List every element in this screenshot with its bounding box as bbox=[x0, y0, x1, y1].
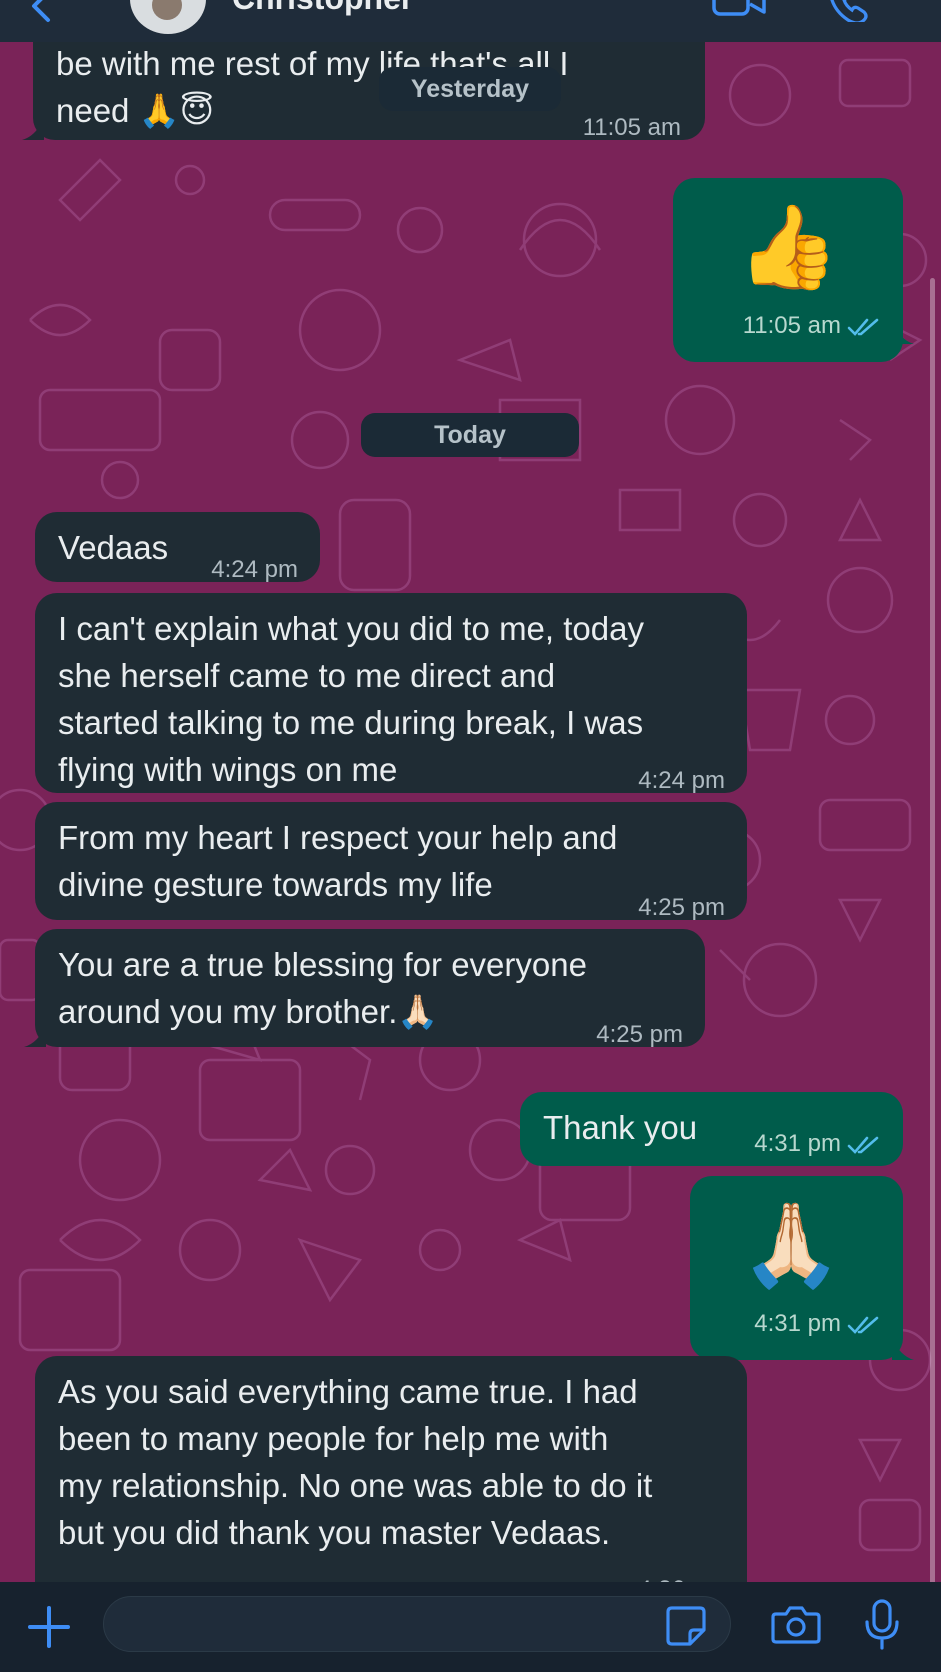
incoming-message[interactable]: be with me rest of my life that's all I … bbox=[33, 42, 705, 141]
voice-call-icon[interactable] bbox=[828, 0, 872, 22]
outgoing-message[interactable]: Thank you 4:31 pm bbox=[520, 1092, 903, 1166]
outgoing-message[interactable]: 👍 11:05 am bbox=[673, 178, 903, 362]
back-arrow-icon[interactable] bbox=[22, 0, 62, 28]
message-text: You are a true blessing for everyone aro… bbox=[58, 946, 587, 1030]
message-input[interactable] bbox=[103, 1596, 731, 1652]
message-emoji: 🙏🏻 bbox=[740, 1200, 843, 1291]
bubble-tail bbox=[892, 1338, 914, 1360]
message-time: 4:31 pm bbox=[754, 1120, 881, 1167]
microphone-icon[interactable] bbox=[862, 1598, 902, 1652]
message-time: 4:25 pm bbox=[596, 1021, 683, 1048]
message-time: 4:24 pm bbox=[638, 767, 725, 794]
incoming-message[interactable]: As you said everything came true. I had … bbox=[35, 1356, 747, 1582]
message-time: 4:31 pm bbox=[754, 1300, 881, 1347]
video-call-icon[interactable] bbox=[712, 0, 768, 20]
message-emoji: 👍 bbox=[737, 202, 840, 293]
bubble-tail bbox=[892, 322, 914, 344]
date-separator-today: Today bbox=[361, 413, 579, 457]
contact-name[interactable]: Christopher bbox=[232, 0, 413, 17]
message-time: 4:24 pm bbox=[211, 556, 298, 583]
message-text: Vedaas bbox=[58, 529, 169, 566]
read-receipt-icon bbox=[847, 1316, 879, 1334]
chat-header: Christopher bbox=[0, 0, 941, 42]
incoming-message[interactable]: You are a true blessing for everyone aro… bbox=[35, 929, 705, 1048]
bubble-tail bbox=[24, 1025, 46, 1047]
contact-avatar[interactable] bbox=[130, 0, 206, 34]
sticker-icon[interactable] bbox=[664, 1604, 708, 1648]
message-text: I can't explain what you did to me, toda… bbox=[58, 610, 644, 788]
incoming-message[interactable]: I can't explain what you did to me, toda… bbox=[35, 593, 747, 794]
composer-bar bbox=[0, 1582, 941, 1672]
message-text: As you said everything came true. I had … bbox=[58, 1373, 653, 1551]
bubble-tail bbox=[22, 118, 44, 140]
read-receipt-icon bbox=[847, 318, 879, 336]
message-time: 11:05 am bbox=[743, 302, 881, 349]
message-text: From my heart I respect your help and di… bbox=[58, 819, 618, 903]
read-receipt-icon bbox=[847, 1136, 879, 1154]
attach-plus-icon[interactable] bbox=[26, 1604, 72, 1650]
chat-scrollbar[interactable] bbox=[930, 278, 935, 1588]
message-time: 11:05 am bbox=[582, 114, 681, 141]
outgoing-message[interactable]: 🙏🏻 4:31 pm bbox=[690, 1176, 903, 1360]
message-time: 4:25 pm bbox=[638, 894, 725, 921]
chat-area[interactable]: be with me rest of my life that's all I … bbox=[0, 42, 941, 1582]
message-time: 4:36 pm bbox=[638, 1566, 725, 1582]
incoming-message[interactable]: Vedaas 4:24 pm bbox=[35, 512, 320, 583]
message-text: Thank you bbox=[543, 1109, 698, 1146]
camera-icon[interactable] bbox=[770, 1602, 822, 1646]
incoming-message[interactable]: From my heart I respect your help and di… bbox=[35, 802, 747, 921]
date-separator-yesterday: Yesterday bbox=[379, 67, 561, 111]
